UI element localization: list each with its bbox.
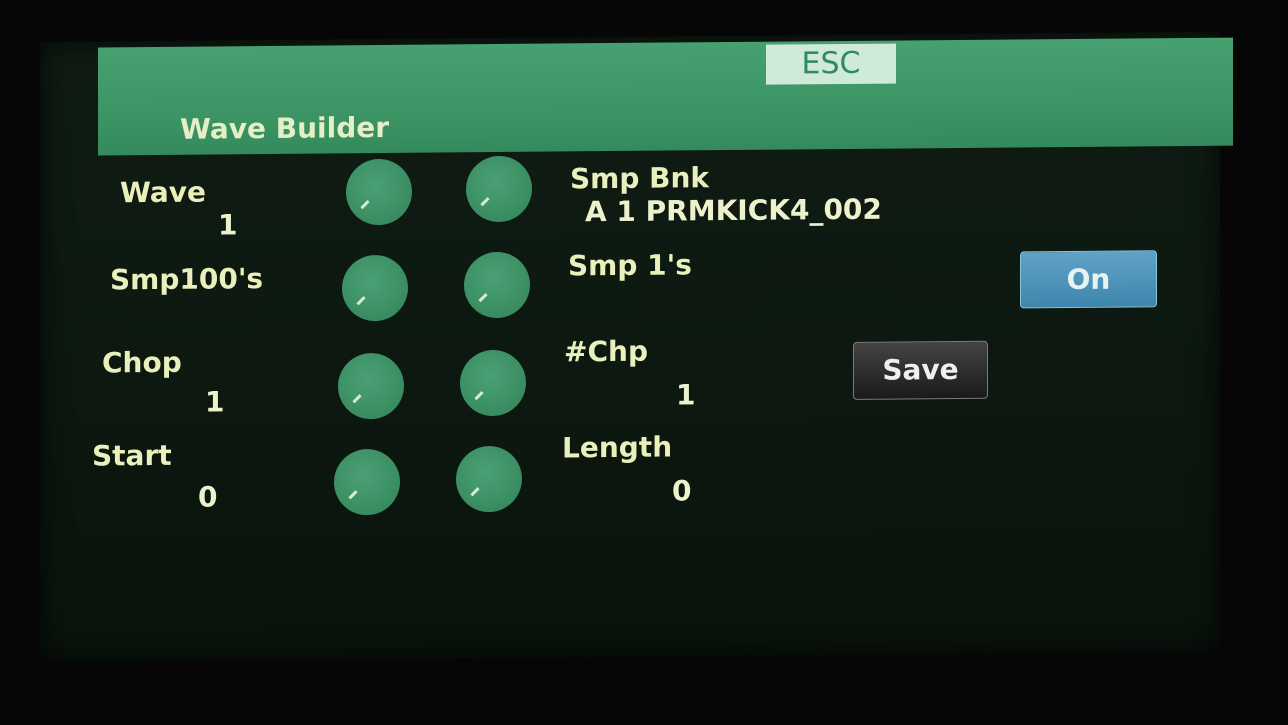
- length-label: Length: [562, 430, 673, 465]
- smp1-label: Smp 1's: [568, 248, 692, 283]
- num-chp-knob[interactable]: [460, 349, 526, 417]
- wave-value: 1: [218, 208, 238, 242]
- esc-button[interactable]: ESC: [766, 43, 896, 85]
- num-chp-label: #Chp: [564, 334, 648, 369]
- knob-indicator: [480, 196, 490, 207]
- knob-indicator: [356, 296, 366, 306]
- chop-label: Chop: [102, 345, 182, 380]
- chop-knob[interactable]: [338, 352, 404, 420]
- length-knob[interactable]: [456, 445, 522, 513]
- smp1-knob[interactable]: [464, 251, 530, 319]
- start-value: 0: [198, 480, 218, 514]
- knob-indicator: [474, 391, 484, 401]
- page-title: Wave Builder: [180, 110, 390, 146]
- smp-bnk-label: Smp Bnk: [570, 161, 710, 196]
- wave-knob[interactable]: [346, 158, 412, 226]
- knob-indicator: [470, 487, 480, 497]
- wave-label: Wave: [120, 175, 207, 210]
- smp100-label: Smp100's: [110, 262, 264, 297]
- chop-value: 1: [205, 385, 225, 419]
- smp-bnk-knob[interactable]: [466, 155, 532, 223]
- knob-indicator: [478, 293, 488, 303]
- save-button[interactable]: Save: [853, 340, 988, 400]
- start-knob[interactable]: [334, 448, 400, 516]
- length-value: 0: [672, 474, 692, 508]
- knob-indicator: [348, 490, 358, 500]
- header-bar: ESC Wave Builder: [98, 37, 1233, 156]
- smp100-knob[interactable]: [342, 254, 408, 322]
- lcd-screen: ESC Wave Builder Wave 1 Smp100's Chop 1 …: [40, 31, 1233, 663]
- smp-bnk-value: A 1 PRMKICK4_002: [585, 192, 882, 229]
- on-button[interactable]: On: [1020, 250, 1157, 309]
- knob-indicator: [360, 200, 370, 210]
- num-chp-value: 1: [676, 378, 696, 412]
- start-label: Start: [92, 438, 172, 473]
- knob-indicator: [352, 394, 362, 404]
